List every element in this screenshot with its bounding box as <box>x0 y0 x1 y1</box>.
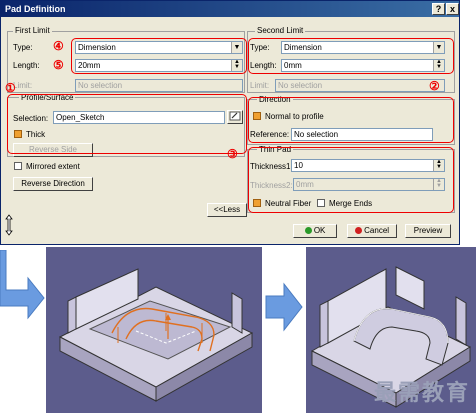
first-length-label: Length: <box>13 61 40 70</box>
annotation-box-2 <box>248 97 454 143</box>
annotation-5: ⑤ <box>53 58 64 72</box>
dialog-title: Pad Definition <box>1 1 459 17</box>
annotation-4: ④ <box>53 39 64 53</box>
pad-definition-dialog: Pad Definition ? x First Limit Type: Dim… <box>0 0 460 245</box>
first-type-label: Type: <box>13 43 33 52</box>
reverse-direction-button[interactable]: Reverse Direction <box>13 177 93 191</box>
watermark: 最需教育 <box>373 381 470 406</box>
annotation-box-1 <box>7 94 247 154</box>
arrow-right-icon <box>265 282 303 332</box>
close-button[interactable]: x <box>446 3 459 15</box>
ok-button[interactable]: OK <box>293 224 337 238</box>
move-cursor-icon <box>5 214 13 236</box>
sketch-preview-panel <box>46 247 262 413</box>
mirrored-label: Mirrored extent <box>26 162 80 171</box>
cancel-icon <box>354 227 362 234</box>
first-limit-field[interactable]: No selection <box>75 79 243 92</box>
mirrored-checkbox[interactable] <box>14 162 22 170</box>
first-limit-legend: First Limit <box>13 26 52 35</box>
less-button[interactable]: <<Less <box>207 203 247 217</box>
sketch-preview-drawing <box>58 268 254 402</box>
help-button[interactable]: ? <box>432 3 445 15</box>
second-limit-field[interactable]: No selection <box>275 79 445 92</box>
ok-label: OK <box>313 226 326 235</box>
ok-icon <box>304 227 312 234</box>
pad-result-panel: 最需教育 <box>306 247 476 413</box>
cancel-label: Cancel <box>364 226 390 235</box>
annotation-box-4-5 <box>71 38 247 74</box>
annotation-box-second <box>248 38 454 74</box>
cancel-button[interactable]: Cancel <box>347 224 397 238</box>
annotation-box-3 <box>248 147 454 213</box>
second-limit-label: Limit: <box>250 81 270 90</box>
annotation-3: ③ <box>227 147 238 161</box>
second-limit-legend: Second Limit <box>255 26 306 35</box>
annotation-2: ② <box>429 79 440 93</box>
preview-button[interactable]: Preview <box>405 224 451 238</box>
arrow-down-right-icon <box>0 250 45 320</box>
annotation-1: ① <box>5 81 16 95</box>
